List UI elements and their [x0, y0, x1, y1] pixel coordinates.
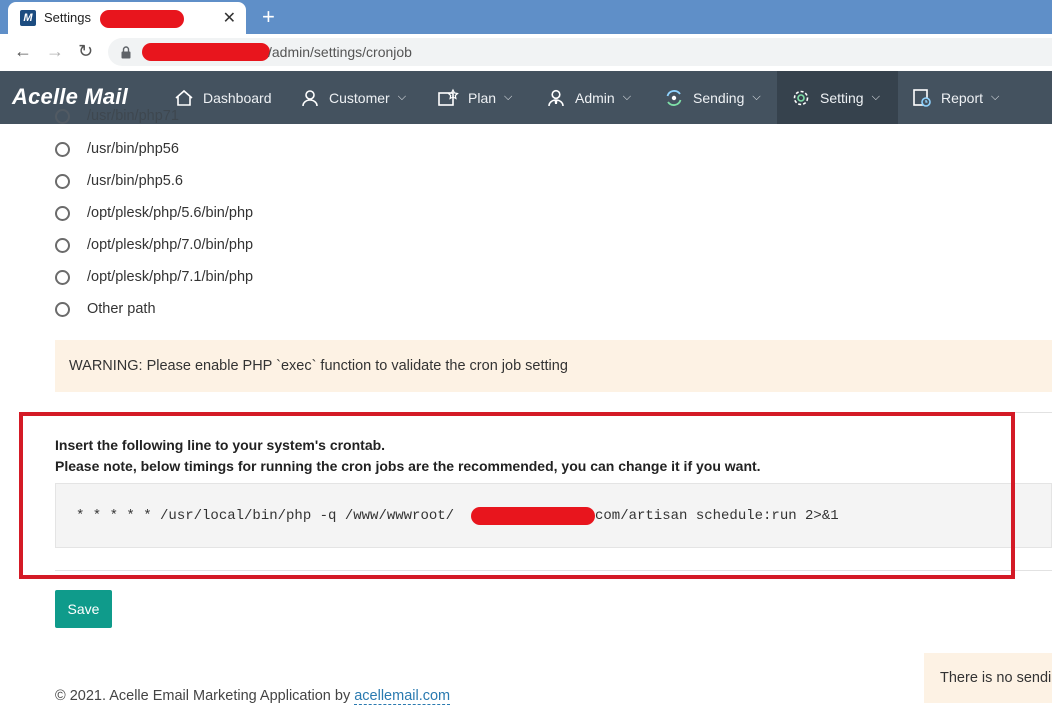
- nav-report-label: Report: [941, 89, 984, 106]
- toast-text: There is no sending: [940, 670, 1052, 686]
- forward-icon[interactable]: →: [46, 41, 64, 62]
- redaction-mark: [100, 10, 184, 28]
- nav-report[interactable]: Report ⌵: [912, 71, 999, 124]
- chevron-down-icon: ⌵: [397, 91, 407, 103]
- chevron-down-icon: ⌵: [622, 91, 632, 103]
- gear-icon: [793, 90, 809, 105]
- nav-setting[interactable]: Setting ⌵: [777, 71, 898, 124]
- php-path-option[interactable]: /opt/plesk/php/7.1/bin/php: [55, 266, 253, 288]
- php-path-label: /opt/plesk/php/7.0/bin/php: [87, 237, 254, 253]
- warning-text: WARNING: Please enable PHP `exec` functi…: [69, 358, 568, 374]
- nav-plan-label: Plan: [468, 89, 497, 106]
- chevron-down-icon: ⌵: [871, 91, 880, 103]
- php-path-option[interactable]: /usr/bin/php5.6: [55, 170, 183, 192]
- nav-plan[interactable]: Plan ⌵: [437, 71, 512, 124]
- php-path-option[interactable]: Other path: [55, 298, 156, 320]
- radio-button[interactable]: [55, 141, 70, 157]
- nav-setting-label: Setting: [820, 89, 864, 106]
- php-path-label: /usr/bin/php56: [87, 141, 179, 157]
- nav-sending[interactable]: Sending ⌵: [664, 71, 761, 124]
- chevron-down-icon: ⌵: [752, 91, 761, 103]
- php-path-option[interactable]: /opt/plesk/php/7.0/bin/php: [55, 234, 253, 256]
- php-path-option[interactable]: /opt/plesk/php/5.6/bin/php: [55, 202, 253, 224]
- nav-customer-label: Customer: [329, 89, 390, 106]
- notification-toast: There is no sending: [924, 653, 1052, 703]
- radio-button[interactable]: [55, 205, 70, 221]
- report-icon: [913, 88, 931, 107]
- url-input[interactable]: /admin/settings/cronjob: [108, 38, 1052, 66]
- plan-icon: [438, 88, 459, 106]
- php-path-option[interactable]: /usr/bin/php71: [55, 105, 179, 127]
- url-path: /admin/settings/cronjob: [268, 44, 412, 60]
- php-path-label: /usr/bin/php5.6: [87, 173, 183, 189]
- admin-icon: [548, 89, 564, 106]
- php-path-label: /opt/plesk/php/7.1/bin/php: [87, 269, 254, 285]
- nav-dashboard-label: Dashboard: [203, 89, 272, 106]
- chevron-down-icon: ⌵: [991, 91, 1000, 103]
- nav-admin-label: Admin: [575, 89, 615, 106]
- tab-title: Settings: [44, 10, 91, 25]
- exec-warning-alert: WARNING: Please enable PHP `exec` functi…: [55, 340, 1052, 392]
- radio-button[interactable]: [55, 269, 70, 285]
- nav-dashboard[interactable]: Dashboard: [174, 71, 278, 124]
- php-path-label: Other path: [87, 301, 156, 317]
- nav-admin[interactable]: Admin ⌵: [546, 71, 631, 124]
- new-tab-icon[interactable]: +: [262, 4, 275, 30]
- chevron-down-icon: ⌵: [504, 91, 513, 103]
- favicon-icon: M: [20, 10, 36, 26]
- page-footer: © 2021. Acelle Email Marketing Applicati…: [55, 688, 451, 705]
- save-button[interactable]: Save: [55, 590, 112, 628]
- reload-icon[interactable]: ↻: [78, 41, 93, 62]
- redaction-mark: [142, 43, 270, 61]
- footer-text: © 2021. Acelle Email Marketing Applicati…: [55, 688, 355, 704]
- php-path-option[interactable]: /usr/bin/php56: [55, 138, 179, 160]
- back-icon[interactable]: ←: [14, 41, 32, 62]
- nav-customer[interactable]: Customer ⌵: [300, 71, 406, 124]
- close-tab-icon[interactable]: ✕: [223, 8, 236, 28]
- radio-button[interactable]: [55, 301, 70, 317]
- lock-icon: [121, 46, 131, 59]
- radio-button[interactable]: [55, 108, 70, 124]
- radio-button[interactable]: [55, 237, 70, 253]
- php-path-label: /opt/plesk/php/5.6/bin/php: [87, 205, 254, 221]
- browser-tab[interactable]: M Settings ✕: [8, 2, 246, 34]
- nav-sending-label: Sending: [693, 89, 745, 106]
- radio-button[interactable]: [55, 173, 70, 189]
- user-icon: [302, 89, 318, 106]
- browser-tab-strip: M Settings ✕ +: [0, 0, 1052, 34]
- highlight-annotation: [19, 412, 1015, 579]
- php-path-label: /usr/bin/php71: [87, 108, 179, 124]
- address-bar: ← → ↻ /admin/settings/cronjob: [0, 34, 1052, 72]
- footer-link[interactable]: acellemail.com: [354, 688, 451, 705]
- sending-icon: [666, 89, 682, 106]
